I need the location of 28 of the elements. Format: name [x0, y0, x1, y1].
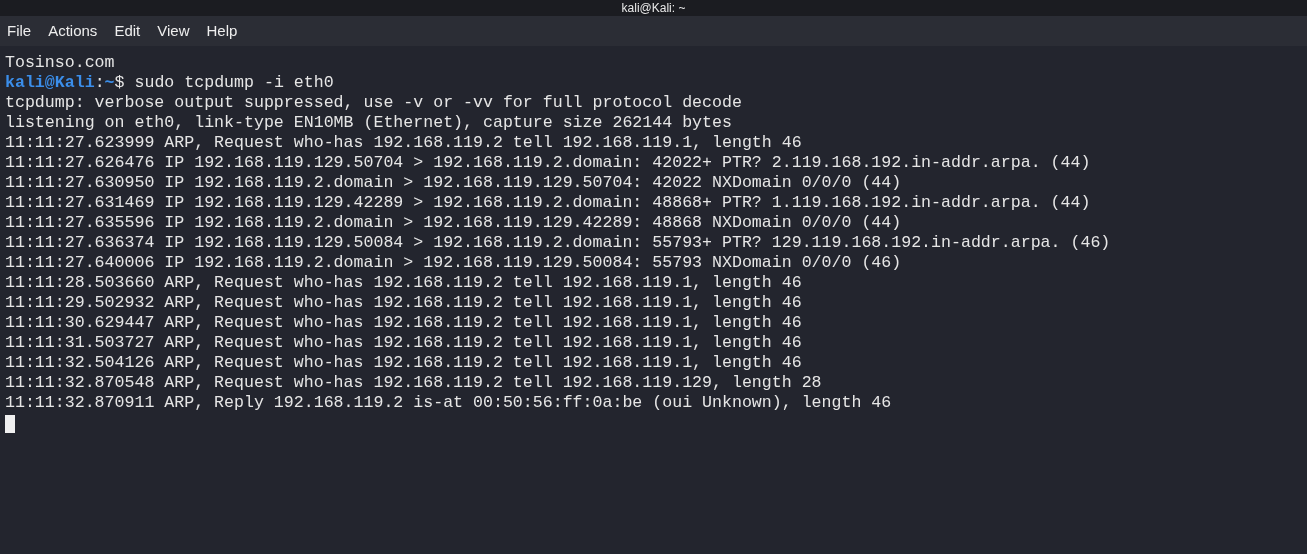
prompt-path: ~ [104, 73, 115, 93]
output-line: 11:11:27.623999 ARP, Request who-has 192.168.119.2 tell 192.168.119.1, length 46 [5, 133, 803, 153]
output-line: 11:11:31.503727 ARP, Request who-has 192.168.119.2 tell 192.168.119.1, length 46 [5, 333, 803, 353]
output-line: 11:11:27.636374 IP 192.168.119.129.50084 > 192.168.119.2.domain: 55793+ PTR? 129.119.168.192.in-addr.arpa. (46) [5, 233, 1112, 253]
output-line: 11:11:32.504126 ARP, Request who-has 192.168.119.2 tell 192.168.119.1, length 46 [5, 353, 803, 373]
output-line: listening on eth0, link-type EN10MB (Ethernet), capture size 262144 bytes [5, 113, 733, 133]
command-text: sudo tcpdump -i eth0 [133, 73, 334, 93]
output-line: 11:11:32.870548 ARP, Request who-has 192.168.119.2 tell 192.168.119.129, length 28 [5, 373, 823, 393]
output-line: tcpdump: verbose output suppressed, use -v or -vv for full protocol decode [5, 93, 743, 113]
prompt-symbol: $ [114, 73, 125, 93]
output-line: 11:11:30.629447 ARP, Request who-has 192.168.119.2 tell 192.168.119.1, length 46 [5, 313, 803, 333]
menu-item[interactable]: View [157, 19, 190, 43]
menu-item[interactable]: Help [206, 19, 238, 43]
output-line: 11:11:28.503660 ARP, Request who-has 192.168.119.2 tell 192.168.119.1, length 46 [5, 273, 803, 293]
menu-item[interactable]: File [7, 19, 32, 43]
window-title: kali@Kali: ~ [621, 2, 686, 14]
output-line: Tosinso.com [5, 53, 116, 73]
output-line: 11:11:27.626476 IP 192.168.119.129.50704 > 192.168.119.2.domain: 42022+ PTR? 2.119.168.192.in-addr.arpa. (44) [5, 153, 1092, 173]
output-line: 11:11:27.635596 IP 192.168.119.2.domain > 192.168.119.129.42289: 48868 NXDomain 0/0/0 (44) [5, 213, 903, 233]
output-line: 11:11:27.640006 IP 192.168.119.2.domain > 192.168.119.129.50084: 55793 NXDomain 0/0/0 (46) [5, 253, 903, 273]
output-line: 11:11:27.630950 IP 192.168.119.2.domain > 192.168.119.129.50704: 42022 NXDomain 0/0/0 (44) [5, 173, 903, 193]
prompt-user: kali@Kali [5, 73, 95, 93]
output-line: 11:11:29.502932 ARP, Request who-has 192.168.119.2 tell 192.168.119.1, length 46 [5, 293, 803, 313]
menu-item[interactable]: Actions [48, 19, 98, 43]
prompt-separator: : [94, 73, 105, 93]
menu-item[interactable]: Edit [114, 19, 141, 43]
output-line: 11:11:32.870911 ARP, Reply 192.168.119.2 is-at 00:50:56:ff:0a:be (oui Unknown), length 46 [5, 393, 893, 413]
output-line: 11:11:27.631469 IP 192.168.119.129.42289 > 192.168.119.2.domain: 48868+ PTR? 1.119.168.192.in-addr.arpa. (44) [5, 193, 1092, 213]
